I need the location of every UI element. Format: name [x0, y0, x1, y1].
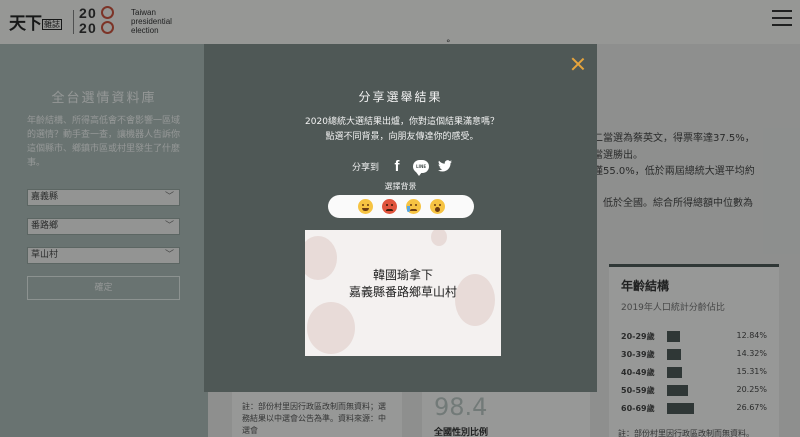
- angry-emoji-icon[interactable]: [381, 199, 397, 214]
- shocked-emoji-icon[interactable]: [429, 199, 445, 214]
- background-select-label: 選擇背景: [384, 182, 417, 191]
- preview-line-2: 嘉義縣番路鄉草山村: [348, 285, 457, 299]
- laughing-emoji-icon[interactable]: [357, 199, 373, 214]
- twitter-icon[interactable]: [437, 158, 453, 174]
- crying-emoji-icon[interactable]: [405, 199, 421, 214]
- modal-description: 2020總統大選結果出爐，你對這個結果滿意嗎？點選不同背景，向朋友傳達你的感受。: [305, 117, 499, 142]
- preview-result-text: 韓國瑜拿下 嘉義縣番路鄉草山村: [305, 267, 501, 301]
- share-label: 分享到: [352, 162, 380, 173]
- share-modal: 分享選舉結果 2020總統大選結果出爐，你對這個結果滿意嗎？點選不同背景，向朋友…: [204, 44, 597, 392]
- close-icon[interactable]: [571, 57, 585, 71]
- background-selector: [328, 195, 474, 218]
- modal-title: 分享選舉結果: [358, 90, 443, 104]
- facebook-icon[interactable]: f: [389, 158, 405, 175]
- line-icon: LINE: [413, 159, 430, 176]
- line-share-button[interactable]: LINE: [413, 158, 430, 176]
- preview-line-1: 韓國瑜拿下: [372, 268, 433, 282]
- crying-face-decoration: [431, 230, 447, 246]
- share-image-preview: 韓國瑜拿下 嘉義縣番路鄉草山村: [305, 230, 501, 356]
- share-row: 分享到 f LINE: [352, 158, 453, 176]
- crying-face-decoration: [307, 302, 355, 354]
